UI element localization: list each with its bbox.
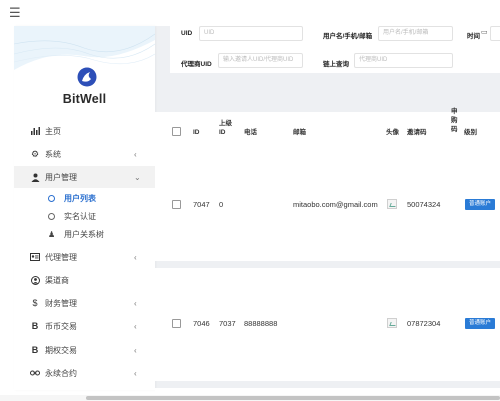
brand-name: BitWell [62,92,107,106]
sidebar-item-label: 币币交易 [45,321,77,331]
sidebar-subitem-label: 用户列表 [64,193,96,203]
sidebar-item-options[interactable]: B 期权交易 ‹ [14,339,155,361]
cell-phone: 88888888 [244,319,278,328]
circle-icon [48,212,55,220]
sidebar-item-agent-management[interactable]: 代理管理 ‹ [14,246,155,268]
link-icon [30,368,40,378]
sidebar-item-label: 期权交易 [45,345,77,355]
column-header-avatar: 头像 [386,129,399,136]
sidebar-item-label: 用户管理 [45,172,77,182]
sidebar-subitem-kyc[interactable]: 实名认证 [14,207,155,225]
cell-invite-code: 50074324 [407,200,441,209]
gear-icon: ⚙ [30,148,40,159]
agent-uid-label: 代理商UID [181,61,212,68]
cell-email: mitaobo.com@gmail.com [293,200,378,209]
row-checkbox[interactable] [172,200,181,209]
name-label: 用户名/手机/邮箱 [323,33,373,40]
column-header-email: 邮箱 [293,129,306,136]
sidebar-item-label: 永续合约 [45,368,77,378]
sidebar-subitem-user-list[interactable]: 用户列表 [14,189,155,207]
column-header-phone: 电话 [244,129,257,136]
column-header-purchase-code-2: 购 [451,117,458,124]
sidebar-item-label: 财务管理 [45,298,77,308]
avatar-broken-image-icon [387,199,397,209]
level-badge[interactable]: 普通账户 [465,318,496,329]
cell-id: 7046 [193,319,210,328]
circle-icon [48,194,55,202]
sidebar-item-home[interactable]: 主页 [14,120,155,142]
dollar-icon: $ [32,298,38,308]
calendar-icon[interactable]: ▭ [481,28,488,36]
chevron-left-icon: ‹ [134,298,137,308]
sidebar-item-label: 主页 [45,126,61,136]
sidebar: BitWell 主页 ⚙ 系统 ‹ 用户管理 ⌄ 用户列表 实名认证 ♟ 用户关… [14,26,155,390]
uid-input[interactable]: UID [199,26,303,41]
sidebar-item-system[interactable]: ⚙ 系统 ‹ [14,143,155,165]
sidebar-item-perpetual[interactable]: 永续合约 ‹ [14,362,155,384]
sidebar-subitem-label: 实名认证 [64,211,96,221]
select-all-checkbox[interactable] [172,127,181,136]
chain-query-label: 链上查询 [323,61,349,68]
user-icon: ♟ [48,229,56,239]
table-row: 7047 0 mitaobo.com@gmail.com 50074324 普通… [155,148,500,261]
column-header-id: ID [193,129,200,136]
column-header-level: 级别 [464,129,477,136]
name-input[interactable]: 用户名/手机/邮箱 [378,26,453,41]
bitwell-logo-icon [77,67,97,87]
time-input[interactable] [490,26,500,41]
horizontal-scrollbar[interactable] [86,396,500,400]
sidebar-subitem-label: 用户关系树 [64,229,104,239]
user-circle-icon [30,275,40,285]
chevron-left-icon: ‹ [134,345,137,355]
chevron-left-icon: ‹ [134,368,137,378]
sidebar-item-label: 代理管理 [45,252,77,262]
sidebar-item-user-management[interactable]: 用户管理 ⌄ [14,166,155,188]
column-header-invite-code: 邀请码 [407,129,427,136]
filter-panel: UID UID 用户名/手机/邮箱 用户名/手机/邮箱 时间 ▭ 代理商UID … [170,21,500,73]
uid-label: UID [181,30,193,37]
sidebar-item-label: 系统 [45,149,61,159]
avatar-broken-image-icon [387,318,397,328]
cell-parent-id: 7037 [219,319,236,328]
cell-id: 7047 [193,200,210,209]
column-header-purchase-code-1: 申 [451,108,458,115]
chain-query-input[interactable]: 代理商UID [354,53,453,68]
bitcoin-icon: B [31,321,39,331]
chevron-left-icon: ‹ [134,252,137,262]
bitcoin-icon: B [31,345,39,355]
id-card-icon [30,252,40,262]
cell-invite-code: 07872304 [407,319,441,328]
table-header: ID 上级 ID 电话 邮箱 头像 邀请码 申 购 码 级别 [155,108,500,148]
level-badge[interactable]: 普通账户 [465,199,496,210]
column-header-parent-id-2: ID [219,129,226,136]
sidebar-item-label: 渠道商 [45,275,69,285]
sidebar-subitem-user-tree[interactable]: ♟ 用户关系树 [14,225,155,243]
hamburger-icon[interactable]: ☰ [9,6,21,19]
chevron-down-icon: ⌄ [134,172,141,182]
sidebar-item-channel[interactable]: 渠道商 [14,269,155,291]
user-group-icon [30,172,40,182]
column-header-purchase-code-3: 码 [451,126,458,133]
time-label: 时间 [467,33,480,40]
bar-chart-icon [30,126,40,136]
agent-uid-input[interactable]: 输入邀请人UID/代理商UID [218,53,303,68]
table-row: 7046 7037 88888888 07872304 普通账户 [155,268,500,381]
chevron-left-icon: ‹ [134,149,137,159]
sidebar-item-coin-trade[interactable]: B 币币交易 ‹ [14,315,155,337]
row-checkbox[interactable] [172,319,181,328]
sidebar-item-finance[interactable]: $ 财务管理 ‹ [14,292,155,314]
cell-parent-id: 0 [219,200,224,209]
chevron-left-icon: ‹ [134,321,137,331]
column-header-parent-id: 上级 [219,120,232,127]
